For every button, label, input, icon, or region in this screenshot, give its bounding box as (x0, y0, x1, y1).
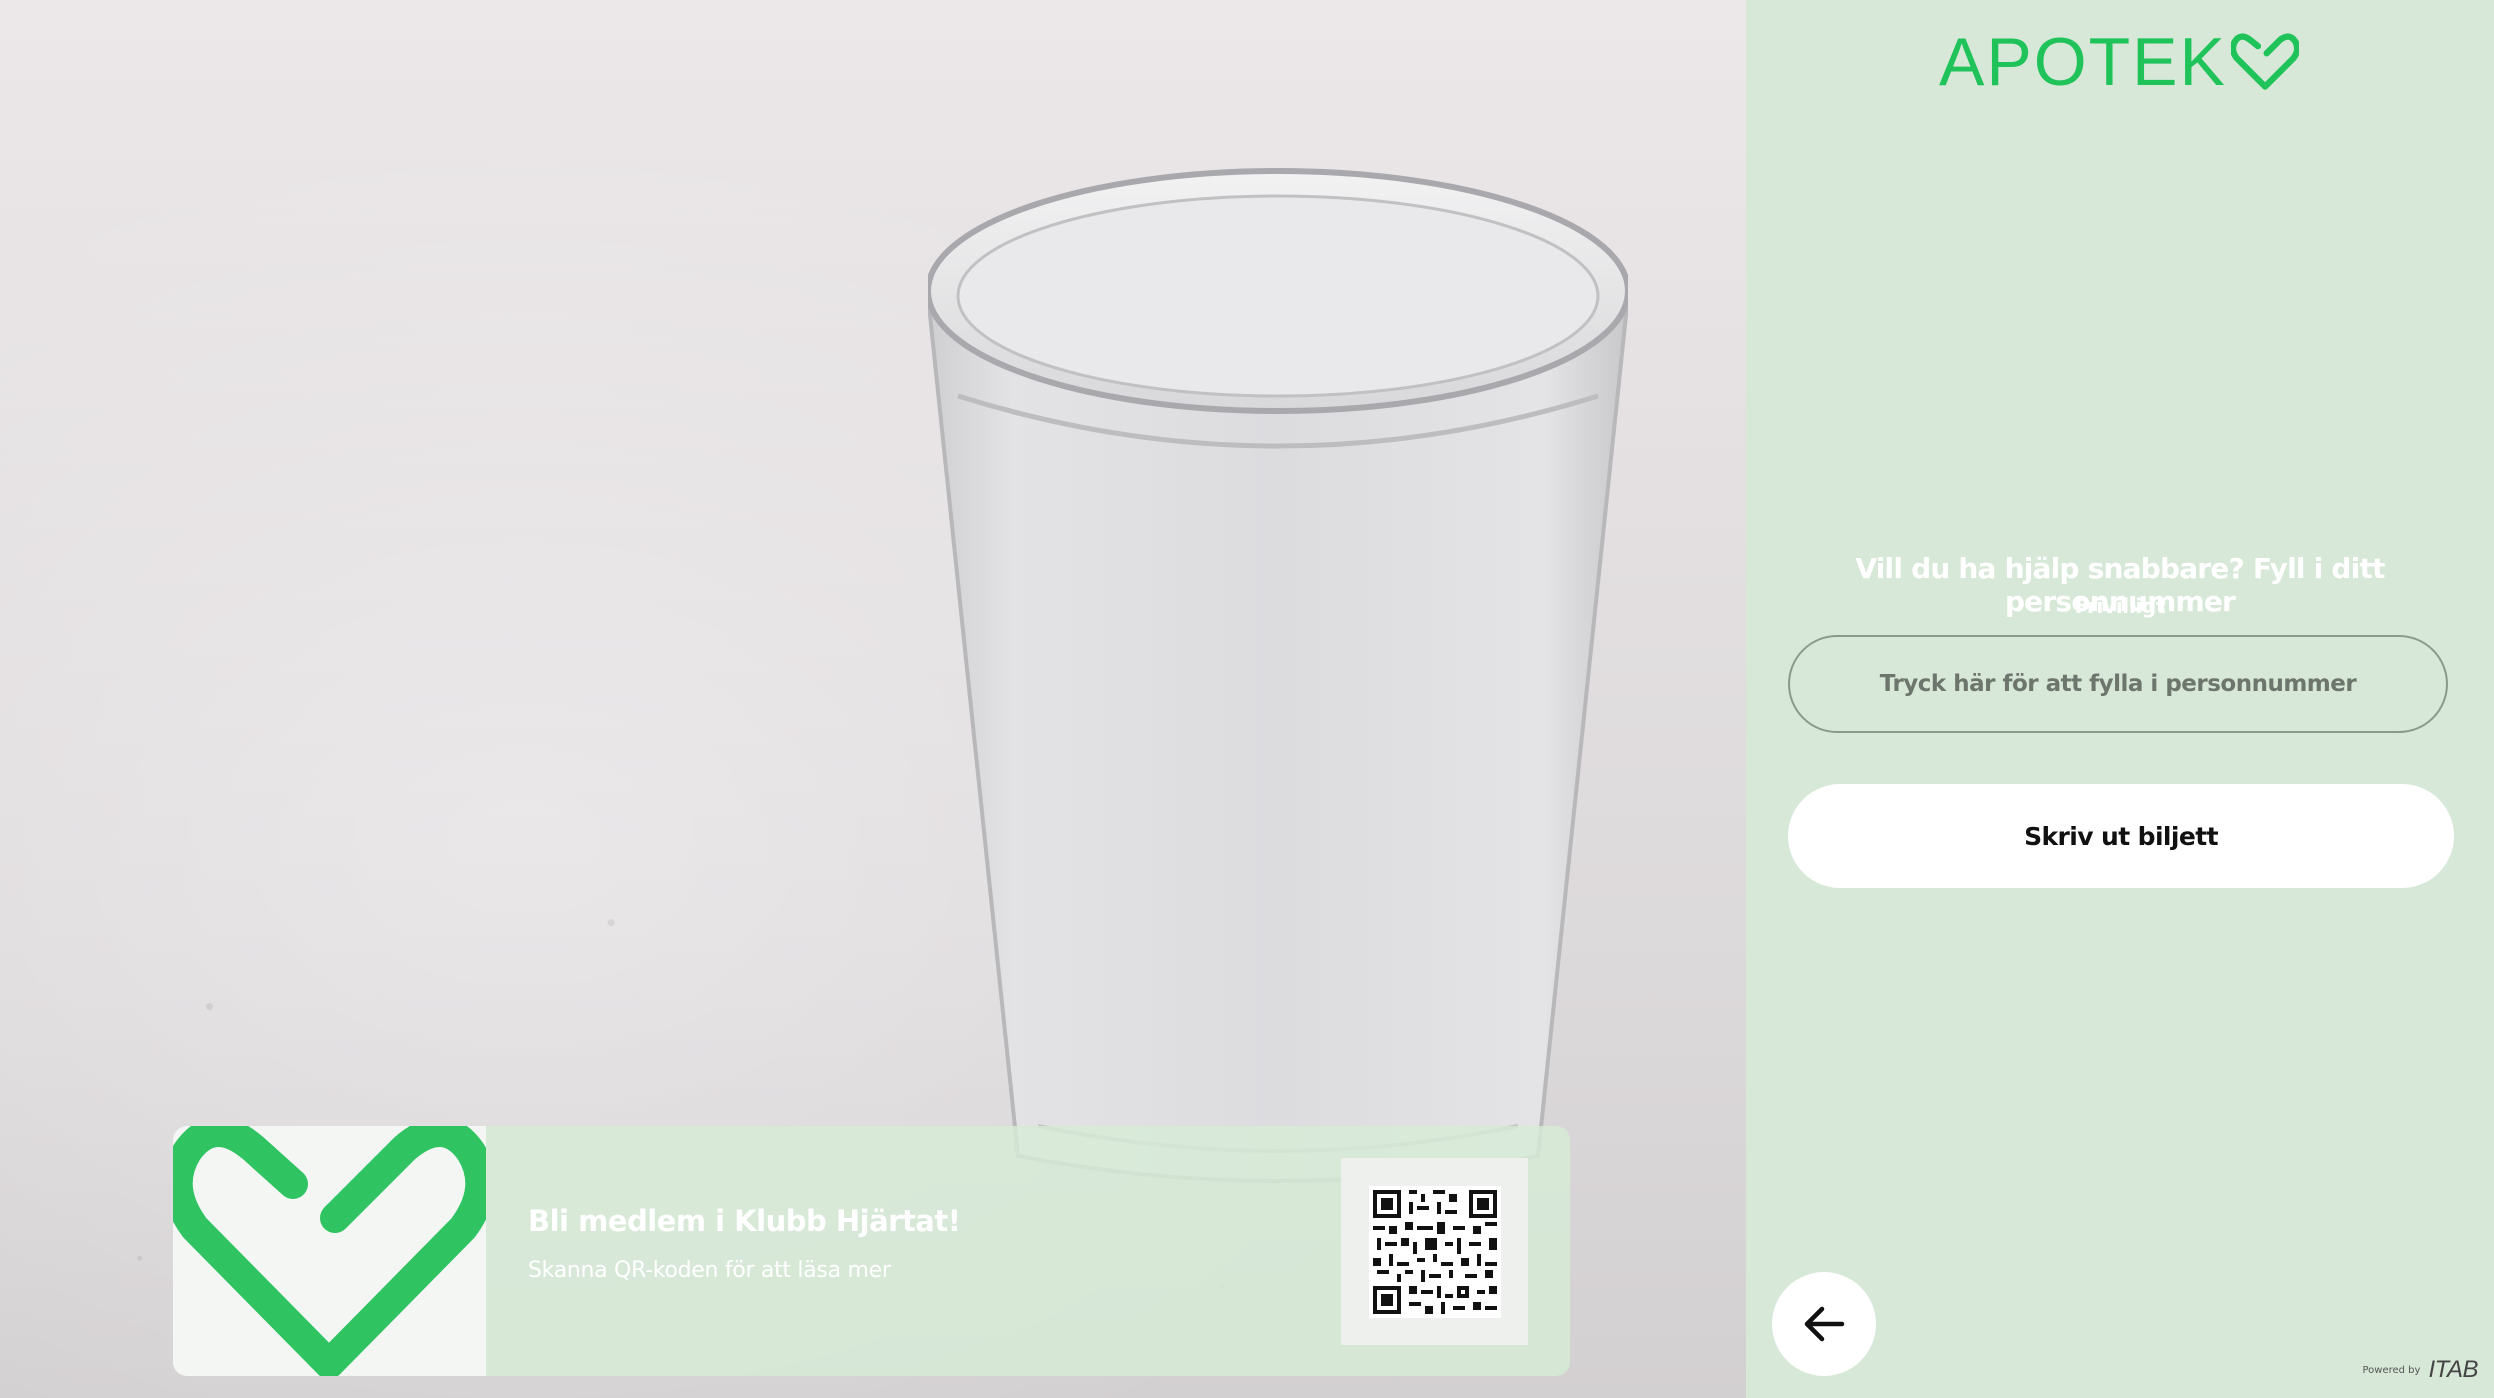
powered-by-label: Powered by (2362, 1364, 2421, 1376)
personnummer-input[interactable]: Tryck här för att fylla i personnummer (1788, 635, 2448, 733)
kiosk-screen: Bli medlem i Klubb Hjärtat! Skanna QR-ko… (0, 0, 2494, 1398)
print-ticket-button[interactable]: Skriv ut biljett (1788, 784, 2454, 888)
right-panel: APOTEK Vill du ha hjälp snabbare? Fyll i… (1746, 0, 2494, 1398)
promo-heart-panel (173, 1126, 486, 1376)
promo-text-block: Bli medlem i Klubb Hjärtat! Skanna QR-ko… (486, 1126, 1341, 1376)
logo-text: APOTEK (1939, 24, 2227, 100)
heart-outline-icon (173, 1126, 486, 1376)
arrow-left-icon (1804, 1306, 1845, 1342)
promo-title: Bli medlem i Klubb Hjärtat! (528, 1203, 961, 1238)
klubb-hjartat-promo-banner: Bli medlem i Klubb Hjärtat! Skanna QR-ko… (173, 1126, 1570, 1376)
qr-code-panel[interactable] (1341, 1158, 1528, 1345)
powered-by: Powered by ITAB (2362, 1356, 2478, 1384)
optional-label: Frivilligt (2074, 594, 2166, 618)
promo-subtitle: Skanna QR-koden för att läsa mer (528, 1257, 891, 1283)
qr-code-icon (1368, 1185, 1501, 1318)
back-button[interactable] (1772, 1272, 1876, 1376)
water-glass-image (928, 168, 1628, 1183)
heart-outline-icon (2230, 33, 2299, 90)
itab-logo: ITAB (2428, 1356, 2478, 1383)
apotek-hjartat-logo: APOTEK (1939, 24, 2299, 100)
